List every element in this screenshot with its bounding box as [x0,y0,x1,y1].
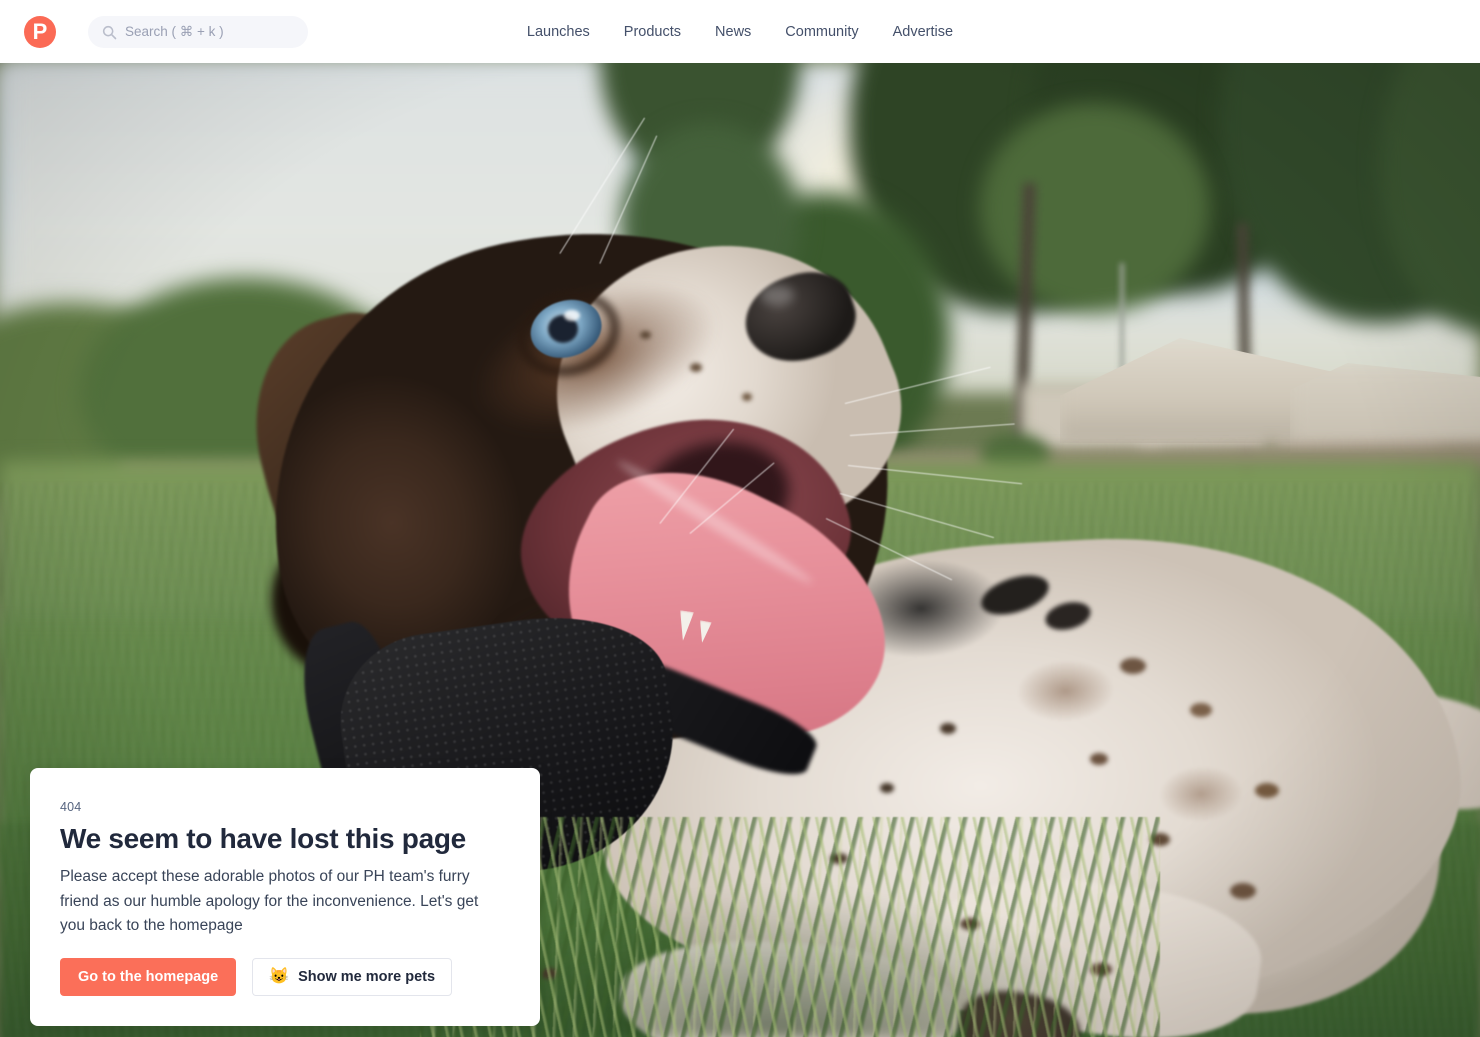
nav-link-advertise[interactable]: Advertise [893,24,953,40]
product-hunt-logo[interactable]: P [24,16,56,48]
dog-spot [880,783,894,793]
nav-link-launches[interactable]: Launches [527,24,590,40]
dog-spot [1090,753,1108,765]
go-to-homepage-button[interactable]: Go to the homepage [60,958,237,997]
dog-spot [1120,658,1146,674]
dog-spot [690,363,702,372]
dog-spot [1230,883,1256,899]
site-header: P Search ( ⌘ + k ) Launches Products New… [0,0,1480,63]
dog-nose-highlight [760,285,794,305]
search-input[interactable]: Search ( ⌘ + k ) [88,16,308,48]
nav-link-community[interactable]: Community [785,24,858,40]
card-actions: Go to the homepage 😺 Show me more pets [60,958,510,997]
lamp-post [1120,263,1124,383]
show-more-pets-label: Show me more pets [298,969,436,986]
show-more-pets-button[interactable]: 😺 Show me more pets [252,958,453,997]
error-code: 404 [60,800,82,814]
dog-spot [1255,783,1279,798]
search-placeholder: Search ( ⌘ + k ) [125,24,224,40]
error-description: Please accept these adorable photos of o… [60,868,479,934]
dog-eye-highlight [564,310,580,321]
dog-spot [742,393,752,401]
nav-link-products[interactable]: Products [624,24,681,40]
dog-spot [940,723,956,734]
nav-link-news[interactable]: News [715,24,751,40]
search-icon [102,25,117,40]
dog-spot [1190,703,1212,717]
error-card: 404 We seem to have lost this page Pleas… [30,768,540,1027]
grinning-cat-face-icon: 😺 [269,968,290,986]
page-title: We seem to have lost this page [60,823,466,854]
dog-spot [640,331,651,339]
background-tree [980,103,1210,313]
